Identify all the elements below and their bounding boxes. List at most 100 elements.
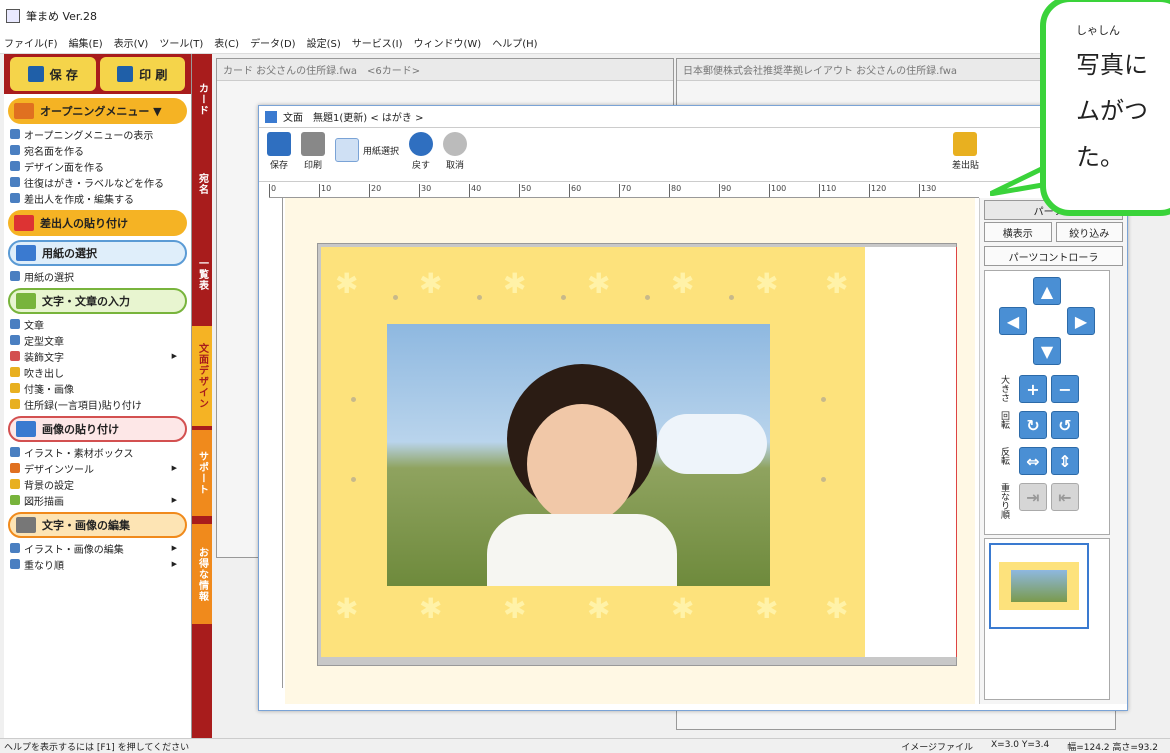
paper-select-header[interactable]: 用紙の選択 — [8, 240, 187, 266]
sidebar-item-image-edit[interactable]: イラスト・画像の編集 ▶ — [4, 540, 191, 556]
flower-decoration: ✱ — [671, 592, 695, 625]
print-button[interactable]: 印 刷 — [99, 57, 185, 91]
save-tool-button[interactable]: 保存 — [267, 132, 291, 171]
canvas-area[interactable]: ✱ ✱ ✱ ✱ ✱ ✱ ✱ ✱ ✱ ✱ ✱ ✱ ✱ ✱ — [285, 198, 975, 704]
right-arrow-icon[interactable]: ▶ — [1067, 307, 1095, 335]
print-label: 印 刷 — [139, 67, 168, 82]
menu-view[interactable]: 表示(V) — [114, 35, 149, 50]
postcard-frame[interactable]: ✱ ✱ ✱ ✱ ✱ ✱ ✱ ✱ ✱ ✱ ✱ ✱ ✱ ✱ — [321, 247, 865, 657]
image-paste-header[interactable]: 画像の貼り付け — [8, 416, 187, 442]
sender-paste-header[interactable]: 差出人の貼り付け — [8, 210, 187, 236]
sidebar-item-fixed-text[interactable]: 定型文章 — [4, 332, 191, 348]
tab-list[interactable]: 一覧表 — [192, 234, 212, 314]
sidebar-item-illust-box[interactable]: イラスト・素材ボックス — [4, 444, 191, 460]
text-image-edit-header[interactable]: 文字・画像の編集 — [8, 512, 187, 538]
sidebar-item-background[interactable]: 背景の設定 — [4, 476, 191, 492]
left-arrow-icon[interactable]: ◀ — [999, 307, 1027, 335]
menu-service[interactable]: サービス(I) — [352, 35, 403, 50]
flip-label: 反転 — [999, 447, 1009, 465]
rotate-ccw-icon[interactable]: ↺ — [1051, 411, 1079, 439]
callout-line: ムがつ — [1076, 97, 1148, 125]
ruler-tick: 130 — [919, 184, 969, 197]
tab-deals[interactable]: お得な情報 — [192, 524, 212, 624]
ruler-tick: 60 — [569, 184, 619, 197]
menu-table[interactable]: 表(C) — [214, 35, 239, 50]
item-label: オープニングメニューの表示 — [24, 130, 154, 142]
opening-menu-header[interactable]: オープニングメニュー ▼ — [8, 98, 187, 124]
up-arrow-icon[interactable]: ▲ — [1033, 277, 1061, 305]
sticky-icon — [10, 383, 20, 393]
dot-decoration — [821, 477, 826, 482]
sentence-icon — [10, 319, 20, 329]
body-shape — [487, 514, 677, 586]
flip-horizontal-icon[interactable]: ⇔ — [1019, 447, 1047, 475]
menu-file[interactable]: ファイル(F) — [4, 35, 58, 50]
horizontal-display-button[interactable]: 横表示 — [984, 222, 1052, 242]
sidebar-item-speech-bubble[interactable]: 吹き出し — [4, 364, 191, 380]
sidebar-item-design-side[interactable]: デザイン面を作る — [4, 158, 191, 174]
sidebar-item-decor-text[interactable]: 装飾文字 ▶ — [4, 348, 191, 364]
print-tool-button[interactable]: 印刷 — [301, 132, 325, 171]
send-backward-icon[interactable]: ⇤ — [1051, 483, 1079, 511]
paper-select-label: 用紙選択 — [363, 146, 400, 157]
parts-controller-button[interactable]: パーツコントローラ — [984, 246, 1123, 266]
tab-card[interactable]: カード — [192, 64, 212, 134]
sidebar-item-sender-edit[interactable]: 差出人を作成・編集する — [4, 190, 191, 206]
ruler-tick: 40 — [469, 184, 519, 197]
paper-select-button[interactable]: 用紙選択 — [335, 138, 399, 162]
flower-decoration: ✱ — [335, 267, 359, 300]
sidebar-item-shape-draw[interactable]: 図形描画 ▶ — [4, 492, 191, 508]
speech-bubble-icon — [10, 367, 20, 377]
print-tool-label: 印刷 — [303, 161, 322, 171]
sidebar-item-show-opening[interactable]: オープニングメニューの表示 — [4, 126, 191, 142]
illust-box-icon — [10, 447, 20, 457]
tab-design[interactable]: 文面デザイン — [192, 326, 212, 426]
filter-button[interactable]: 絞り込み — [1055, 222, 1123, 242]
ruler-tick: 10 — [319, 184, 369, 197]
cancel-button[interactable]: 取消 — [443, 132, 468, 171]
item-label: デザインツール — [24, 464, 94, 476]
dot-decoration — [561, 295, 566, 300]
bring-forward-icon[interactable]: ⇥ — [1019, 483, 1047, 511]
order-label: 重なり順 — [999, 483, 1009, 519]
shrink-minus-icon[interactable]: − — [1051, 375, 1079, 403]
status-right: イメージファイル X=3.0 Y=3.4 幅=124.2 高さ=93.2 — [901, 740, 1170, 753]
sidebar-item-design-tool[interactable]: デザインツール ▶ — [4, 460, 191, 476]
rotate-cw-icon[interactable]: ↻ — [1019, 411, 1047, 439]
sidebar-item-sticky-image[interactable]: 付箋・画像 — [4, 380, 191, 396]
menu-edit[interactable]: 編集(E) — [69, 35, 103, 50]
item-label: 住所録(一言項目)貼り付け — [24, 400, 142, 412]
save-button[interactable]: 保 存 — [10, 57, 96, 91]
menu-tools[interactable]: ツール(T) — [159, 35, 203, 50]
image-edit-icon — [10, 543, 20, 553]
tab-address[interactable]: 宛名 — [192, 154, 212, 214]
horizontal-ruler: 0 10 20 30 40 50 60 70 80 90 100 110 120 130 — [269, 184, 979, 198]
flip-vertical-icon[interactable]: ⇕ — [1051, 447, 1079, 475]
item-label: 吹き出し — [24, 368, 64, 380]
item-label: 背景の設定 — [24, 480, 74, 492]
sidebar-item-return-card[interactable]: 往復はがき・ラベルなどを作る — [4, 174, 191, 190]
undo-button[interactable]: 戻す — [409, 132, 434, 171]
menu-window[interactable]: ウィンドウ(W) — [414, 35, 482, 50]
enlarge-plus-icon[interactable]: + — [1019, 375, 1047, 403]
sidebar-item-sentence[interactable]: 文章 — [4, 316, 191, 332]
menu-settings[interactable]: 設定(S) — [307, 35, 341, 50]
sidebar-item-paper-select[interactable]: 用紙の選択 — [4, 268, 191, 284]
sidebar-item-address-side[interactable]: 宛名面を作る — [4, 142, 191, 158]
window-icon — [265, 110, 277, 123]
text-input-header[interactable]: 文字・文章の入力 — [8, 288, 187, 314]
menu-data[interactable]: データ(D) — [250, 35, 296, 50]
undo-label: 戻す — [412, 161, 431, 171]
down-arrow-icon[interactable]: ▼ — [1033, 337, 1061, 365]
merge-button[interactable]: 差出貼 — [952, 132, 979, 171]
sidebar-item-address-paste[interactable]: 住所録(一言項目)貼り付け — [4, 396, 191, 412]
parts-thumbnail-list — [984, 538, 1110, 700]
sidebar-item-z-order[interactable]: 重なり順 ▶ — [4, 556, 191, 572]
tab-support[interactable]: サポート — [192, 430, 212, 516]
child-photo[interactable] — [387, 324, 770, 586]
flower-decoration: ✱ — [755, 267, 779, 300]
menu-help[interactable]: ヘルプ(H) — [492, 35, 537, 50]
item-label: 用紙の選択 — [24, 272, 74, 284]
photo-thumbnail[interactable] — [989, 543, 1089, 629]
item-label: 定型文章 — [24, 336, 64, 348]
